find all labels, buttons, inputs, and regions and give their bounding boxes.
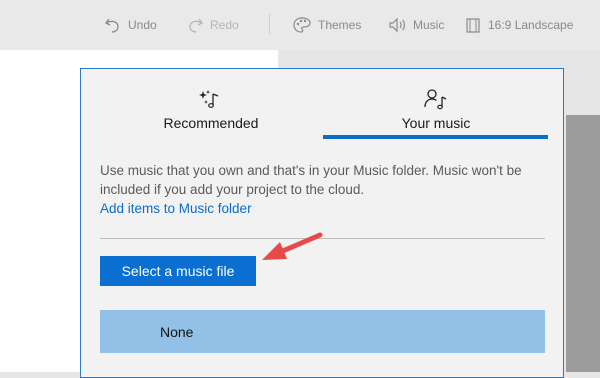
preview-area [566,115,600,372]
annotation-arrow [262,232,323,260]
redo-label: Redo [210,18,239,32]
select-music-file-button[interactable]: Select a music file [100,256,256,286]
undo-icon [105,18,119,33]
music-button[interactable]: Music [387,12,444,38]
music-description: Use music that you own and that's in you… [100,163,522,197]
add-items-link[interactable]: Add items to Music folder [100,201,252,216]
selected-tab-indicator [323,135,548,139]
tab-recommended-label: Recommended [163,115,259,131]
person-music-icon [424,89,447,110]
speaker-icon [389,17,405,33]
palette-icon [293,17,311,33]
redo-button[interactable]: Redo [186,12,239,38]
tab-your-music[interactable]: Your music [376,87,496,131]
themes-button[interactable]: Themes [292,12,361,38]
undo-button[interactable]: Undo [104,12,157,38]
aspect-ratio-label: 16:9 Landscape [488,18,574,32]
aspect-ratio-button[interactable]: 16:9 Landscape [464,12,573,38]
undo-label: Undo [128,18,157,32]
themes-label: Themes [318,18,362,32]
aspect-ratio-icon [466,18,480,33]
background-area [566,50,600,115]
music-flyout: Recommended Your music Use music that yo… [80,68,564,378]
top-toolbar: Undo Redo Themes Music 16:9 Landscape [0,0,600,50]
music-label: Music [413,18,445,32]
tab-recommended[interactable]: Recommended [151,87,271,131]
music-sparkle-icon [199,90,219,108]
tab-your-music-label: Your music [401,115,471,131]
toolbar-divider [269,14,270,34]
music-list-item-none[interactable]: None [100,310,545,353]
list-item-label: None [160,323,194,340]
redo-icon [189,18,203,33]
